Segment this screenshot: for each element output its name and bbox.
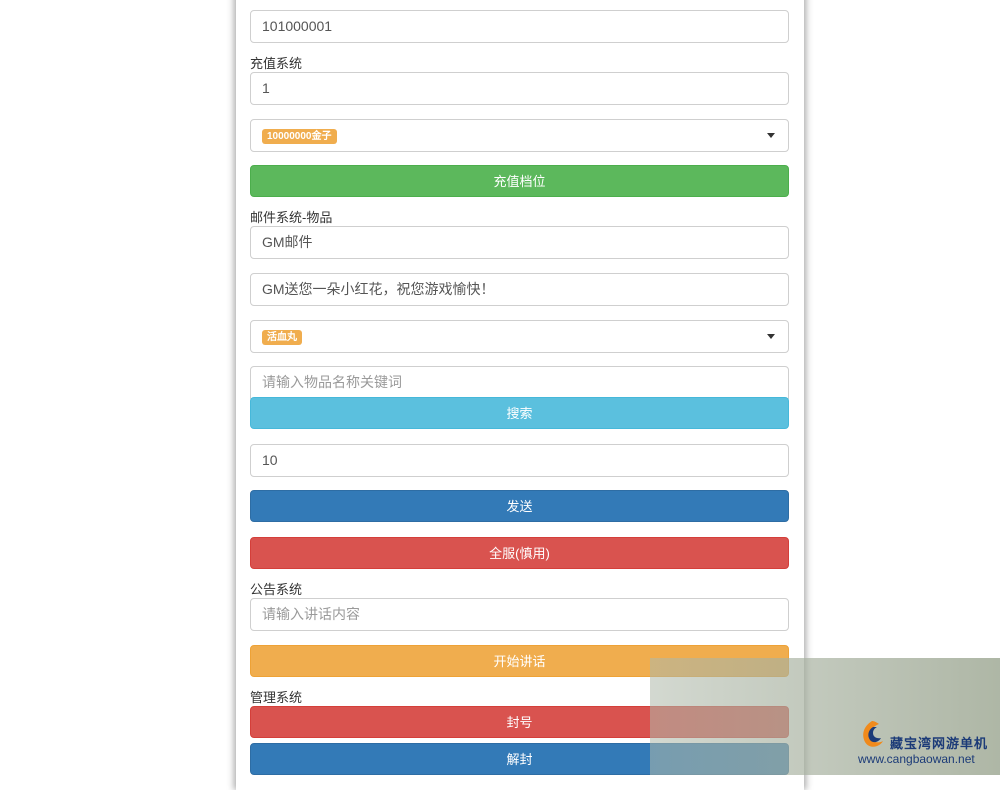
send-mail-button[interactable]: 发送 <box>250 490 789 522</box>
chevron-down-icon <box>767 133 775 138</box>
player-id-input[interactable]: 101000001 <box>250 10 789 43</box>
mail-item-badge: 活血丸 <box>262 329 302 345</box>
item-search-input[interactable]: 请输入物品名称关键词 <box>250 366 789 399</box>
recharge-submit-button[interactable]: 充值档位 <box>250 165 789 197</box>
announcement-input[interactable]: 请输入讲话内容 <box>250 598 789 631</box>
site-logo-icon <box>863 721 883 747</box>
recharge-tier-badge: 10000000金子 <box>262 128 337 144</box>
send-all-server-button[interactable]: 全服(慎用) <box>250 537 789 569</box>
mail-section-label: 邮件系统-物品 <box>250 210 333 225</box>
recharge-section-label: 充值系统 <box>250 56 303 71</box>
item-search-button[interactable]: 搜索 <box>250 397 789 429</box>
chevron-down-icon <box>767 334 775 339</box>
mail-title-input[interactable]: GM邮件 <box>250 226 789 259</box>
watermark-site-name: 藏宝湾网游单机 <box>890 736 989 751</box>
recharge-amount-input[interactable]: 1 <box>250 72 789 105</box>
mail-item-select[interactable]: 活血丸 <box>250 320 789 353</box>
announcement-section-label: 公告系统 <box>250 582 303 597</box>
mail-body-input[interactable]: GM送您一朵小红花，祝您游戏愉快！ <box>250 273 789 306</box>
recharge-tier-select[interactable]: 10000000金子 <box>250 119 789 152</box>
item-quantity-input[interactable]: 10 <box>250 444 789 477</box>
watermark-url: www.cangbaowan.net <box>858 752 975 766</box>
